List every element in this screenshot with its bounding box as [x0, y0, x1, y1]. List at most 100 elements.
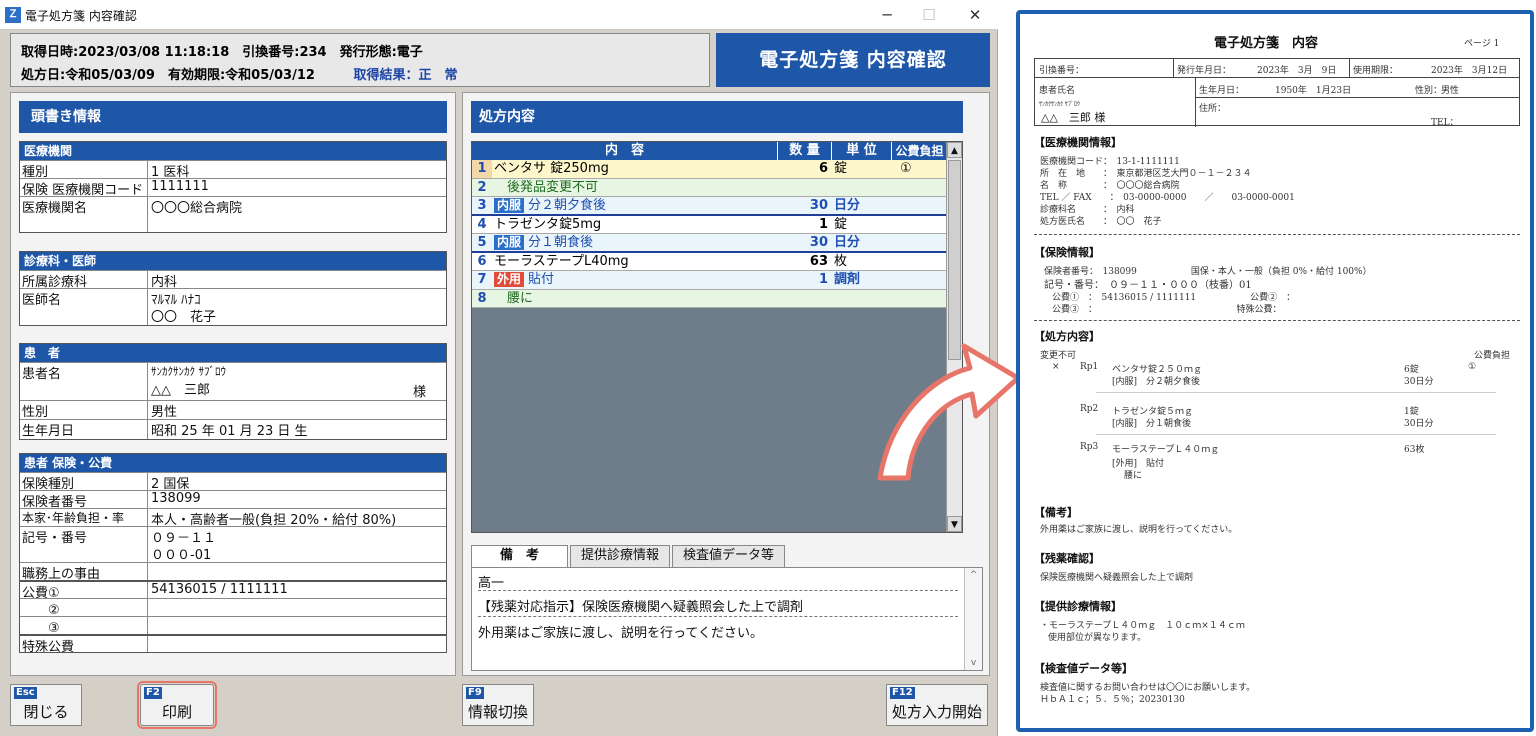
- remarks-line: 【残薬対応指示】保険医療機関へ疑義照会した上で調剤: [478, 600, 804, 615]
- field-label: ②: [20, 599, 148, 616]
- remarks-box[interactable]: 高一 【残薬対応指示】保険医療機関へ疑義照会した上で調剤 外用薬はご家族に渡し、…: [471, 567, 983, 671]
- prescription-date-info: 処方日:令和05/03/09 有効期限:令和05/03/12: [21, 68, 315, 83]
- table-row: ②: [20, 598, 446, 616]
- field-value: [148, 617, 446, 634]
- field-label: 所属診療科: [20, 271, 148, 288]
- printed-document: 電子処方箋 内容 ページ 1 引換番号： 発行年月日： 2023年 3月 9日 …: [1034, 20, 1520, 732]
- start-prescription-input-button[interactable]: F12 処方入力開始: [886, 684, 988, 726]
- field-label: 保険 医療機関コード: [20, 179, 148, 196]
- patient-name-kana: ｻﾝｶｸｻﾝｶｸ ｻﾌﾞﾛｳ: [151, 365, 226, 378]
- field-value: 本人・高齢者一般(負担 20%・給付 80%): [151, 513, 397, 526]
- remarks-line: 高一: [478, 576, 505, 591]
- table-row: 公費① 54136015 / 1111111: [20, 580, 446, 598]
- field-label: ③: [20, 617, 148, 634]
- field-value: 内科: [151, 275, 178, 288]
- close-button[interactable]: Esc 閉じる: [10, 684, 82, 726]
- field-value: 1111111: [151, 179, 209, 194]
- divider: [1195, 77, 1196, 127]
- table-row[interactable]: 1 ベンタサ 錠250mg 6 錠 ①: [472, 160, 962, 179]
- doc-rx-public-expense: ①: [1468, 362, 1477, 372]
- internal-use-tag: 内服: [494, 235, 525, 250]
- column-header-content: 内 容: [472, 142, 778, 160]
- row-content: 後発品変更不可: [494, 179, 599, 195]
- table-row: ０００-01: [20, 544, 446, 562]
- scroll-up-icon[interactable]: ^: [965, 570, 982, 580]
- table-row[interactable]: 7 外用 貼付 1 調剤: [472, 271, 962, 290]
- usage-text: 分２朝夕食後: [528, 198, 607, 213]
- doc-title: 電子処方箋 内容: [1214, 36, 1319, 51]
- scroll-up-icon[interactable]: ▲: [947, 142, 962, 158]
- row-number: 5: [477, 235, 487, 250]
- table-row: 医療機関名 〇〇〇総合病院: [20, 196, 446, 232]
- doc-birth-value: 1950年 1月23日: [1275, 86, 1352, 96]
- scroll-thumb[interactable]: [948, 160, 961, 360]
- doc-lab-heading: 【検査値データ等】: [1034, 662, 1133, 675]
- column-header-quantity: 数 量: [778, 142, 832, 160]
- row-content: ベンタサ 錠250mg: [494, 161, 609, 176]
- doc-exchange-label: 引換番号：: [1039, 66, 1085, 76]
- tab-clinical-info[interactable]: 提供診療情報: [570, 545, 671, 567]
- scroll-down-icon[interactable]: ▼: [947, 516, 962, 532]
- table-row: 種別 1 医科: [20, 160, 446, 178]
- doc-issue-value: 2023年 3月 9日: [1257, 66, 1337, 76]
- field-label: 医療機関名: [20, 197, 148, 232]
- row-content: 内服 分２朝夕食後: [492, 197, 778, 214]
- field-value: 1 医科: [151, 165, 190, 178]
- divider: [1034, 234, 1520, 235]
- remarks-scrollbar[interactable]: ^ v: [964, 568, 982, 670]
- table-row: 医師名 ﾏﾙﾏﾙ ﾊﾅｺ: [20, 288, 446, 306]
- print-button[interactable]: F2 印刷: [137, 681, 217, 729]
- app-icon: Ｚ: [5, 7, 21, 23]
- row-quantity: 63: [809, 253, 828, 269]
- toggle-info-button[interactable]: F9 情報切換: [462, 684, 534, 726]
- scroll-down-icon[interactable]: v: [965, 658, 982, 668]
- button-label: 印刷: [161, 703, 192, 721]
- doc-patient-name: △△ 三郎 様: [1041, 111, 1106, 124]
- doc-rx-days: 30日分: [1404, 419, 1434, 429]
- field-label: 患者名: [20, 363, 148, 400]
- key-f12-badge: F12: [890, 687, 915, 699]
- table-row[interactable]: 2 後発品変更不可: [472, 178, 962, 197]
- table-row: 記号・番号 ０９－１１: [20, 526, 446, 544]
- row-content: 外用 貼付: [492, 271, 778, 289]
- section-title: 患者 保険・公費: [20, 454, 446, 472]
- doc-issue-label: 発行年月日：: [1177, 66, 1232, 76]
- insurance-section: 患者 保険・公費 保険種別 2 国保 保険者番号 138099 本家･年齢負担・率本…: [19, 453, 447, 653]
- row-number: 7: [477, 272, 487, 287]
- maximize-button[interactable]: ☐: [914, 4, 944, 26]
- table-row: 本家･年齢負担・率 本人・高齢者一般(負担 20%・給付 80%): [20, 508, 446, 526]
- remarks-line: 外用薬はご家族に渡し、説明を行ってください。: [478, 626, 763, 641]
- table-row[interactable]: 4 トラゼンタ錠5mg 1 錠: [472, 215, 962, 234]
- field-label: [20, 306, 148, 325]
- field-label: 性別: [20, 401, 148, 419]
- divider: [1035, 77, 1519, 78]
- field-value: 男性: [151, 405, 178, 419]
- field-label: 医師名: [20, 289, 148, 306]
- divider: [478, 616, 958, 617]
- doc-patient-kana: ｻﾝｶｸｻﾝｶｸ ｻﾌﾞﾛｳ: [1039, 101, 1080, 108]
- row-unit: [832, 290, 892, 308]
- table-row: 保険者番号 138099: [20, 490, 446, 508]
- doc-rp-number: Rp1: [1080, 362, 1099, 372]
- row-number: 3: [477, 198, 487, 213]
- row-quantity: 1: [818, 272, 828, 287]
- row-unit: 調剤: [834, 272, 861, 287]
- department-section: 診療科・医師 所属診療科 内科 医師名 ﾏﾙﾏﾙ ﾊﾅｺ 〇〇 花子: [19, 251, 447, 326]
- minimize-button[interactable]: ─: [872, 4, 902, 26]
- table-row[interactable]: 8 腰に: [472, 289, 962, 308]
- doc-institution-heading: 【医療機関情報】: [1034, 136, 1122, 149]
- close-window-button[interactable]: ✕: [960, 4, 990, 26]
- column-header-public-expense: 公費負担: [892, 142, 948, 160]
- field-value: 54136015 / 1111111: [151, 582, 288, 597]
- field-label: 記号・番号: [20, 527, 148, 544]
- table-row[interactable]: 6 モーラステープL40mg 63 枚: [472, 252, 962, 271]
- button-label: 処方入力開始: [891, 703, 982, 721]
- row-quantity: 30: [809, 198, 828, 213]
- table-row[interactable]: 3 内服 分２朝夕食後 30 日分: [472, 197, 962, 216]
- tab-remarks[interactable]: 備 考: [471, 545, 569, 567]
- institution-section: 医療機関 種別 1 医科 保険 医療機関コード 1111111 医療機関名 〇〇〇総合…: [19, 141, 447, 233]
- field-value: 〇〇 花子: [151, 310, 217, 325]
- tab-lab-data[interactable]: 検査値データ等: [672, 545, 786, 567]
- doc-sex-label: 性別：: [1415, 86, 1443, 96]
- table-row[interactable]: 5 内服 分１朝食後 30 日分: [472, 234, 962, 253]
